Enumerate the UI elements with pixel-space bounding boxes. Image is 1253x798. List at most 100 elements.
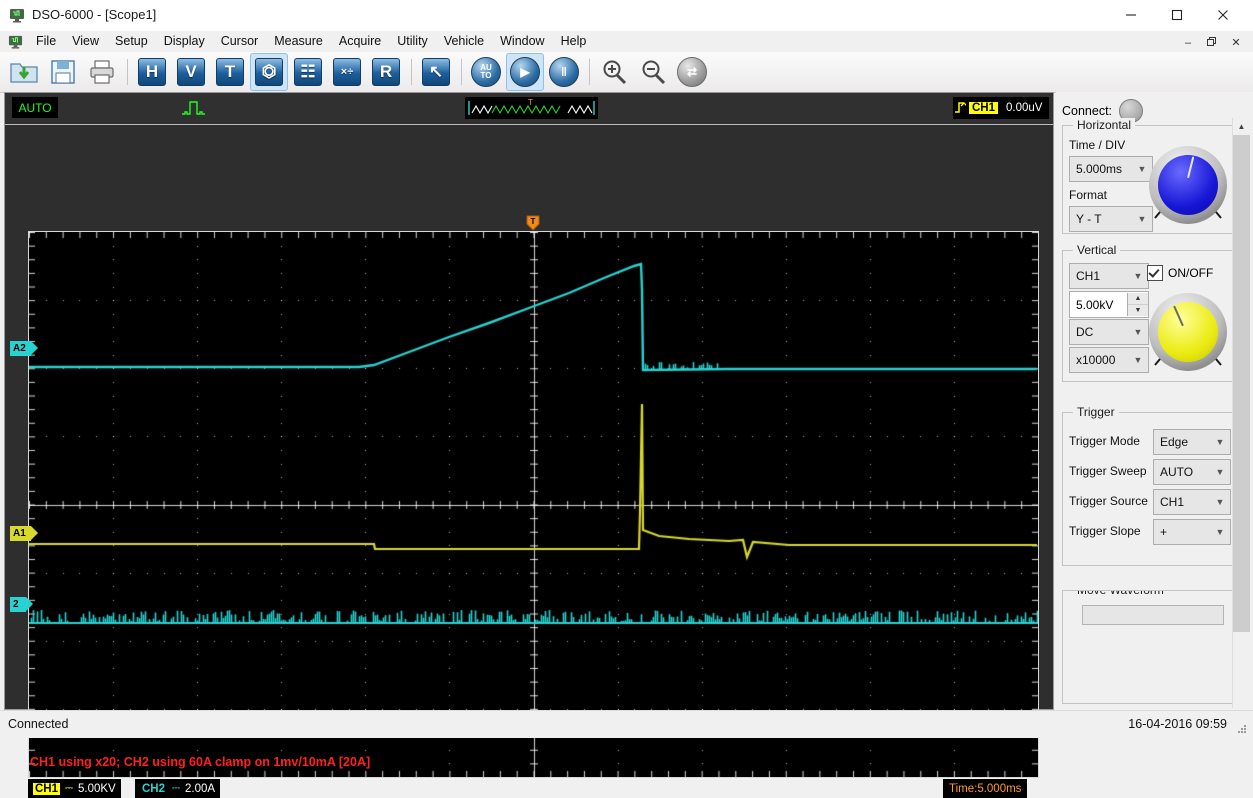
- save-button[interactable]: [44, 53, 82, 91]
- channel-marker-2[interactable]: 2: [10, 597, 33, 612]
- window-close-button[interactable]: [1200, 0, 1246, 30]
- waveform-canvas[interactable]: [29, 232, 1038, 777]
- channel-marker-a1[interactable]: A1: [10, 526, 38, 541]
- trigger-group: Trigger Trigger Mode Edge ▼ Trigger Sweep AU…: [1062, 405, 1236, 566]
- move-waveform-legend: Move Waveform: [1073, 591, 1168, 597]
- channel-onoff-checkbox[interactable]: ON/OFF: [1147, 265, 1213, 281]
- reference-button[interactable]: R: [367, 53, 405, 91]
- connect-label: Connect:: [1062, 104, 1113, 118]
- ch1-info-badge[interactable]: CH1 ⎓ 5.00KV: [28, 779, 121, 798]
- control-panel: Connect: Horizontal Time / DIV 5.000ms ▼…: [1056, 92, 1253, 707]
- chevron-down-icon: ▼: [1215, 497, 1225, 507]
- vertical-icon: V: [177, 58, 205, 86]
- trigger-sweep-select[interactable]: AUTO ▼: [1153, 459, 1231, 485]
- window-minimize-button[interactable]: [1108, 0, 1154, 30]
- horizontal-group: Horizontal Time / DIV 5.000ms ▼ Format Y…: [1062, 118, 1236, 234]
- menu-item-utility[interactable]: Utility: [389, 31, 436, 52]
- vertical-group: Vertical CH1 ▼ ON/OFF 5.00kV ▲ ▼ DC ▼ x1…: [1062, 243, 1236, 382]
- stepper-down-icon[interactable]: ▼: [1128, 305, 1148, 316]
- coupling-select[interactable]: DC ▼: [1069, 319, 1149, 345]
- time-div-knob[interactable]: [1149, 146, 1227, 224]
- channel-select[interactable]: CH1 ▼: [1069, 263, 1149, 289]
- waveform-preview[interactable]: T: [465, 97, 598, 119]
- trigger-button[interactable]: T: [211, 53, 249, 91]
- window-maximize-button[interactable]: [1154, 0, 1200, 30]
- coupling-value: DC: [1076, 325, 1094, 339]
- trigger-slope-select[interactable]: + ▼: [1153, 519, 1231, 545]
- run-button[interactable]: ▶: [506, 53, 544, 91]
- waveform-button[interactable]: ⏣: [250, 53, 288, 91]
- measure-button[interactable]: ☷: [289, 53, 327, 91]
- panel-scrollbar[interactable]: ▲: [1232, 118, 1250, 708]
- menu-item-help[interactable]: Help: [553, 31, 595, 52]
- zoom-in-button[interactable]: [595, 53, 633, 91]
- trigger-source-select[interactable]: CH1 ▼: [1153, 489, 1231, 515]
- scroll-up-icon[interactable]: ▲: [1233, 118, 1250, 135]
- cursor-select-button[interactable]: ↖: [417, 53, 455, 91]
- mdi-minimize-button[interactable]: –: [1177, 33, 1199, 52]
- menu-item-setup[interactable]: Setup: [107, 31, 156, 52]
- trigger-sweep-value: AUTO: [1160, 465, 1194, 479]
- cursor-select-icon: ↖: [422, 58, 450, 86]
- menu-item-display[interactable]: Display: [156, 31, 213, 52]
- trigger-mode-select[interactable]: Edge ▼: [1153, 429, 1231, 455]
- open-file-button[interactable]: [5, 53, 43, 91]
- probe-select[interactable]: x10000 ▼: [1069, 347, 1149, 373]
- trigger-source-label: Trigger Source: [1069, 494, 1148, 508]
- marker-arrow: [26, 597, 33, 611]
- waveform-display[interactable]: [28, 231, 1039, 778]
- math-button[interactable]: ×÷: [328, 53, 366, 91]
- menu-item-file[interactable]: File: [28, 31, 64, 52]
- zoom-out-button[interactable]: [634, 53, 672, 91]
- menu-item-cursor[interactable]: Cursor: [213, 31, 267, 52]
- stepper-up-icon[interactable]: ▲: [1128, 293, 1148, 305]
- volts-div-stepper[interactable]: 5.00kV ▲ ▼: [1069, 291, 1149, 318]
- status-text: Connected: [8, 717, 69, 731]
- print-button[interactable]: [83, 53, 121, 91]
- chevron-down-icon: ▼: [1215, 527, 1225, 537]
- menu-item-acquire[interactable]: Acquire: [331, 31, 389, 52]
- horizontal-icon: H: [138, 58, 166, 86]
- volts-div-knob[interactable]: [1149, 293, 1227, 371]
- title-bar: DSO-6000 - [Scope1]: [0, 0, 1253, 32]
- mdi-document-icon: [8, 34, 23, 49]
- stepper-buttons[interactable]: ▲ ▼: [1127, 293, 1148, 316]
- channel-onoff-label: ON/OFF: [1168, 266, 1214, 280]
- ch2-coupling-icon: ⎓: [172, 783, 180, 794]
- trigger-position-marker[interactable]: T: [525, 215, 541, 231]
- auto-button[interactable]: AU TO: [467, 53, 505, 91]
- svg-text:T: T: [528, 98, 533, 107]
- chevron-down-icon: ▼: [1133, 355, 1143, 365]
- ch2-info-badge[interactable]: CH2 ⎓ 2.00A: [135, 779, 221, 798]
- pause-button[interactable]: ‖: [545, 53, 583, 91]
- channel-value: CH1: [1076, 269, 1101, 283]
- horizontal-button[interactable]: H: [133, 53, 171, 91]
- swap-button[interactable]: ⇄: [673, 53, 711, 91]
- printer-icon: [90, 60, 114, 84]
- scrollbar-thumb[interactable]: [1233, 135, 1250, 632]
- toolbar-separator: [589, 59, 590, 85]
- zoom-out-icon: [642, 60, 666, 85]
- toolbar-separator: [127, 59, 128, 85]
- trigger-mode-label: Trigger Mode: [1069, 434, 1140, 448]
- time-div-select[interactable]: 5.000ms ▼: [1069, 156, 1153, 182]
- menu-item-view[interactable]: View: [64, 31, 107, 52]
- chevron-down-icon: ▼: [1215, 467, 1225, 477]
- vertical-button[interactable]: V: [172, 53, 210, 91]
- mdi-restore-button[interactable]: [1201, 33, 1223, 52]
- menu-item-window[interactable]: Window: [492, 31, 552, 52]
- channel-marker-a2[interactable]: A2: [10, 341, 38, 356]
- menu-item-measure[interactable]: Measure: [266, 31, 331, 52]
- resize-grip[interactable]: [1236, 723, 1248, 735]
- toolbar-separator: [411, 59, 412, 85]
- move-waveform-group: Move Waveform: [1062, 590, 1236, 704]
- acquire-mode-badge[interactable]: AUTO: [12, 97, 58, 118]
- trigger-level-value: 0.00uV: [1006, 102, 1043, 114]
- mdi-close-button[interactable]: ✕: [1225, 33, 1247, 52]
- marker-arrow: [31, 526, 38, 540]
- menu-item-vehicle[interactable]: Vehicle: [436, 31, 492, 52]
- format-select[interactable]: Y - T ▼: [1069, 206, 1153, 232]
- move-waveform-slider[interactable]: [1082, 605, 1224, 625]
- vertical-legend: Vertical: [1073, 243, 1121, 257]
- menu-bar: File View Setup Display Cursor Measure Acquire…: [0, 31, 1253, 53]
